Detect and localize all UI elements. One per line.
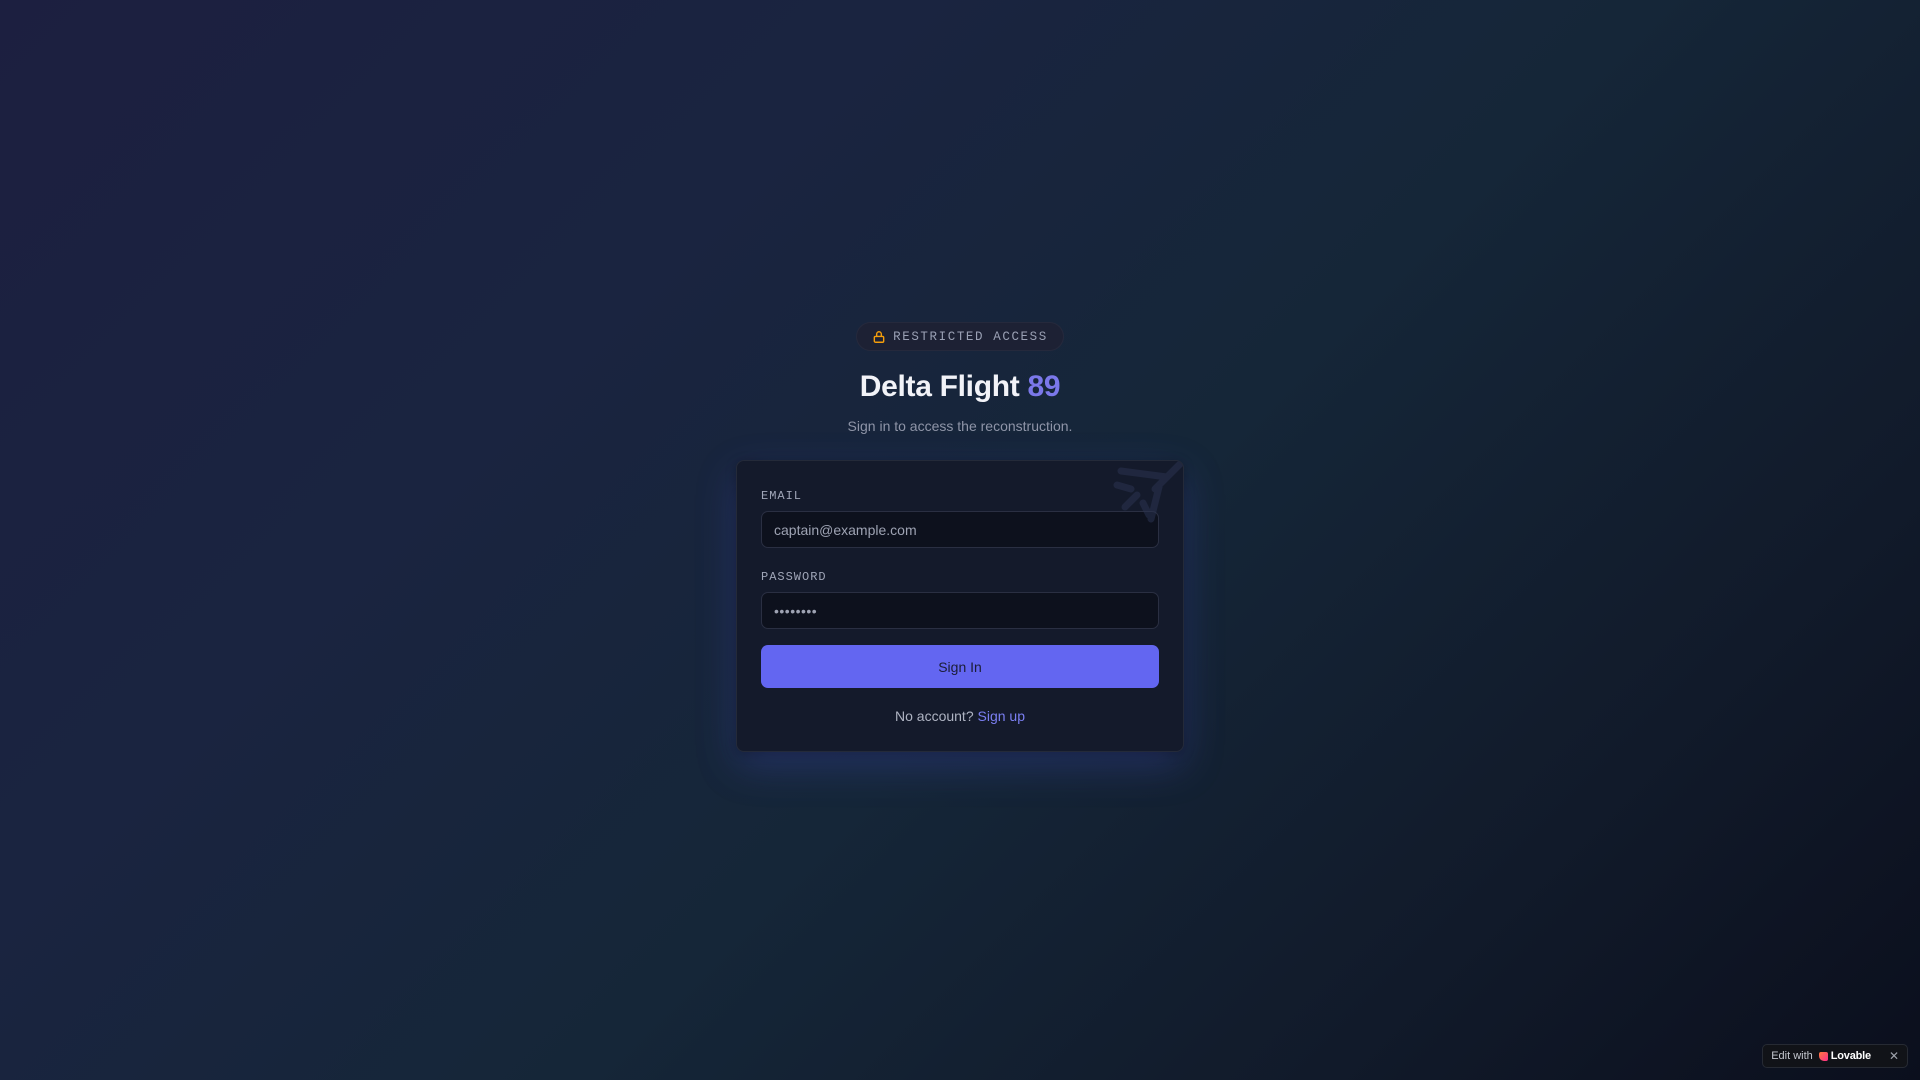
- password-label: PASSWORD: [761, 570, 827, 584]
- signup-prompt-text: No account?: [895, 708, 978, 724]
- title-main: Delta Flight: [859, 370, 1028, 403]
- email-field[interactable]: [761, 511, 1159, 548]
- plane-icon: [1111, 461, 1183, 527]
- badge-label: RESTRICTED ACCESS: [893, 329, 1048, 344]
- sign-up-link[interactable]: Sign up: [978, 708, 1025, 724]
- page-subtitle: Sign in to access the reconstruction.: [847, 418, 1073, 434]
- password-field[interactable]: [761, 592, 1159, 629]
- sign-in-button[interactable]: Sign In: [761, 645, 1159, 688]
- close-icon[interactable]: ✕: [1889, 1049, 1899, 1063]
- login-card: EMAIL PASSWORD Sign In No account? Sign …: [736, 460, 1184, 752]
- page-title: Delta Flight 89: [860, 369, 1061, 405]
- edit-with-label: Edit with: [1771, 1050, 1813, 1062]
- lovable-logo: Lovable: [1818, 1050, 1871, 1062]
- title-accent: 89: [1027, 370, 1061, 403]
- edit-with-lovable-badge[interactable]: Edit with Lovable ✕: [1762, 1044, 1908, 1068]
- email-label: EMAIL: [761, 489, 803, 503]
- restricted-access-badge: RESTRICTED ACCESS: [856, 322, 1064, 351]
- signup-prompt: No account? Sign up: [761, 707, 1159, 725]
- login-page: RESTRICTED ACCESS Delta Flight 89 Sign i…: [0, 322, 1920, 752]
- lovable-heart-icon: [1818, 1051, 1828, 1061]
- password-group: PASSWORD: [761, 570, 1159, 629]
- lovable-brand: Lovable: [1830, 1050, 1871, 1062]
- lock-icon: [872, 330, 886, 344]
- email-group: EMAIL: [761, 489, 1159, 548]
